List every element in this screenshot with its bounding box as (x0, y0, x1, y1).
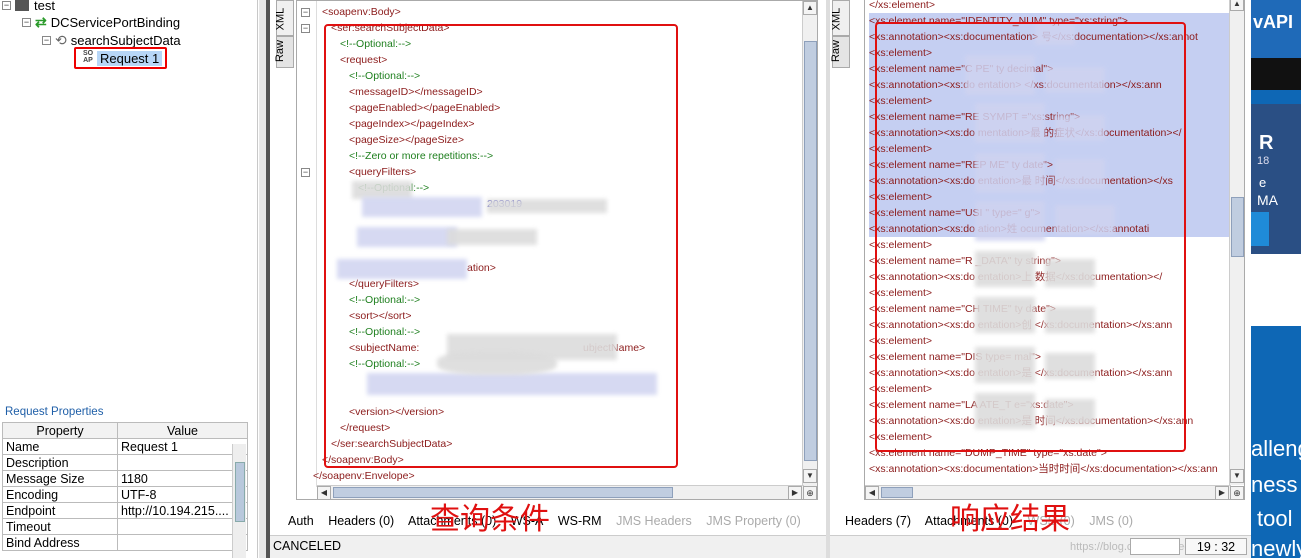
scroll-down-icon[interactable]: ▼ (1230, 469, 1244, 483)
ad-text: e (1259, 175, 1267, 190)
tree-item-label: searchSubjectData (70, 32, 181, 48)
tree-item-operation[interactable]: − ⟲ searchSubjectData (42, 32, 181, 48)
property-name: Encoding (2, 486, 118, 503)
ad-band (1251, 58, 1301, 90)
tree-item-label: Request 1 (97, 50, 163, 66)
response-status-bar: https://blog.csdn.net/VectorJ 19 : 32 (830, 535, 1251, 558)
request-status-bar: CANCELED (270, 535, 826, 558)
tree-item-label: test (34, 0, 55, 13)
property-value[interactable] (117, 454, 248, 471)
collapse-icon[interactable]: − (22, 17, 31, 27)
scrollbar-thumb[interactable] (235, 462, 245, 522)
response-vertical-scrollbar[interactable]: ▲ ▼ (1229, 0, 1244, 485)
tree-item-root[interactable]: − test (2, 0, 55, 13)
background-ad: vAPI R 18 e MA alleng ness tool newly (1251, 0, 1301, 558)
zoom-icon[interactable]: ⊕ (803, 486, 817, 499)
scroll-left-icon[interactable]: ◀ (317, 486, 331, 499)
scroll-right-icon[interactable]: ▶ (1215, 486, 1229, 499)
status-text: CANCELED (273, 539, 342, 553)
tab-headers[interactable]: Headers (0) (328, 514, 394, 528)
ad-text: alleng (1251, 436, 1301, 461)
tab-request-raw[interactable]: Raw (274, 36, 294, 68)
collapse-icon[interactable]: − (42, 35, 51, 45)
property-value[interactable]: Request 1 (117, 438, 248, 455)
request-properties-title: Request Properties (5, 406, 104, 418)
ad-text: tool (1257, 506, 1293, 531)
properties-scrollbar[interactable] (232, 444, 246, 558)
highlight-box (875, 22, 1186, 452)
scrollbar-thumb[interactable] (1231, 197, 1244, 257)
property-name: Timeout (2, 518, 118, 535)
scroll-up-icon[interactable]: ▲ (803, 1, 817, 15)
tab-jms-headers[interactable]: JMS Headers (616, 514, 692, 528)
property-name: Bind Address (2, 534, 118, 551)
tab-response-xml[interactable]: XML (830, 0, 850, 36)
code-line: </soapenv:Envelope> (313, 470, 415, 482)
tab-ws-rm[interactable]: WS-RM (558, 514, 602, 528)
scroll-down-icon[interactable]: ▼ (803, 469, 817, 483)
table-row[interactable]: Bind Address (2, 534, 248, 551)
table-row[interactable]: Description (2, 454, 248, 471)
zoom-icon[interactable]: ⊕ (1230, 486, 1244, 499)
property-value[interactable] (117, 518, 248, 535)
collapse-icon[interactable]: − (2, 0, 11, 10)
column-header-value[interactable]: Value (117, 422, 248, 439)
ad-text: R (1259, 132, 1274, 154)
tab-auth[interactable]: Auth (288, 514, 314, 528)
request-horizontal-scrollbar[interactable]: ◀ ▶ (317, 485, 804, 499)
table-row[interactable]: Message Size 1180 (2, 470, 248, 487)
caret-position: 19 : 32 (1185, 538, 1247, 555)
tree-item-label: DCServicePortBinding (50, 14, 181, 30)
column-header-property[interactable]: Property (2, 422, 118, 439)
request-editor-panel: XML Raw − − − <soapenv:Body> <ser:search… (270, 0, 826, 558)
property-value[interactable]: http://10.194.215.... (117, 502, 248, 519)
ad-text: vAPI (1253, 12, 1294, 32)
ad-text: 18 (1257, 155, 1270, 167)
property-name: Name (2, 438, 118, 455)
navigator-panel: − test − ⇄ DCServicePortBinding − ⟲ sear… (0, 0, 258, 558)
table-row[interactable]: Endpoint http://10.194.215.... (2, 502, 248, 519)
soap-request-icon: SO AP (82, 50, 94, 64)
tree-item-binding[interactable]: − ⇄ DCServicePortBinding (22, 14, 180, 30)
scroll-left-icon[interactable]: ◀ (865, 486, 879, 499)
code-line: <xs:annotation><xs:documentation>当时时间</x… (869, 463, 1218, 475)
property-name: Description (2, 454, 118, 471)
property-value[interactable]: UTF-8 (117, 486, 248, 503)
tab-response-headers[interactable]: Headers (7) (845, 514, 911, 528)
request-properties-table: Property Value Name Request 1 Description… (2, 422, 248, 551)
scroll-right-icon[interactable]: ▶ (788, 486, 802, 499)
code-line: </xs:element> (869, 0, 935, 11)
splitter[interactable] (259, 0, 266, 558)
ad-gap (1251, 254, 1301, 326)
code-line: <soapenv:Body> (322, 6, 401, 18)
progress-field (1130, 538, 1180, 555)
property-name: Endpoint (2, 502, 118, 519)
highlight-box (324, 24, 678, 468)
response-annotation: 响应结果 (950, 502, 1070, 537)
property-name: Message Size (2, 470, 118, 487)
table-row[interactable]: Encoding UTF-8 (2, 486, 248, 503)
response-editor-panel: XML Raw </xs:element> <xs:element name="… (830, 0, 1251, 558)
scroll-up-icon[interactable]: ▲ (1230, 0, 1244, 11)
tab-jms[interactable]: JMS (0) (1089, 514, 1133, 528)
ad-text: newly (1251, 536, 1301, 558)
request-annotation: 查询条件 (430, 502, 550, 537)
ad-button (1251, 212, 1269, 246)
property-value[interactable]: 1180 (117, 470, 248, 487)
tab-jms-property[interactable]: JMS Property (0) (706, 514, 800, 528)
interface-icon: ⇄ (35, 13, 47, 30)
tab-response-raw[interactable]: Raw (830, 36, 850, 68)
table-row[interactable]: Timeout (2, 518, 248, 535)
property-value[interactable] (117, 534, 248, 551)
request-vertical-scrollbar[interactable]: ▲ ▼ (802, 1, 817, 487)
project-icon (15, 0, 29, 11)
ad-text: ness (1251, 472, 1298, 497)
operation-icon: ⟲ (55, 31, 67, 48)
scrollbar-thumb[interactable] (881, 487, 913, 498)
scrollbar-thumb[interactable] (804, 41, 817, 461)
ad-text: MA (1257, 192, 1278, 208)
table-row[interactable]: Name Request 1 (2, 438, 248, 455)
tree-item-request[interactable]: SO AP Request 1 (74, 47, 168, 69)
tab-request-xml[interactable]: XML (274, 0, 294, 36)
